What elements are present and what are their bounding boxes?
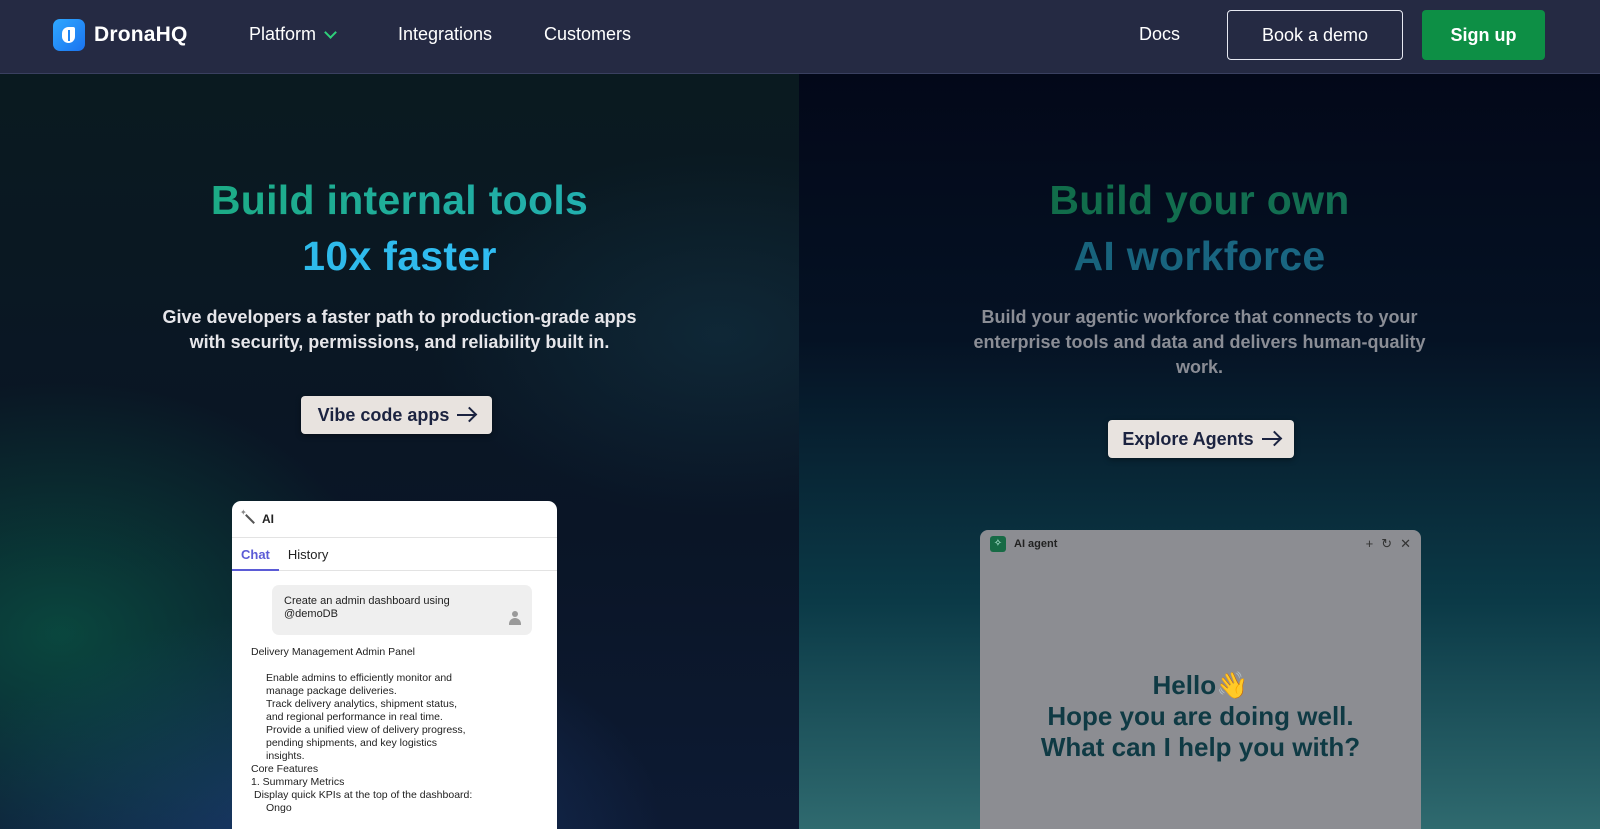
vibe-code-apps-button[interactable]: Vibe code apps	[301, 396, 492, 434]
nav-platform-menu[interactable]: Platform	[249, 24, 337, 45]
user-avatar-icon	[508, 611, 522, 625]
ai-response: Delivery Management Admin Panel Enable a…	[251, 646, 551, 815]
ai-workforce-subtitle: Build your agentic workforce that connec…	[799, 305, 1600, 380]
response-line: insights.	[266, 750, 305, 762]
ai-header-label: AI	[262, 512, 274, 526]
ai-agent-preview: ✧ AI agent + ↻ ✕ Hello👋 Hope you are doi…	[980, 530, 1421, 829]
response-line: pending shipments, and key logistics	[266, 737, 438, 749]
feature-item-desc: Display quick KPIs at the top of the das…	[254, 789, 473, 801]
prompt-line-2: @demoDB	[284, 608, 338, 620]
greeting-line-3: What can I help you with?	[1040, 732, 1361, 762]
response-line: manage package deliveries.	[266, 685, 397, 697]
agent-window-controls: + ↻ ✕	[1366, 536, 1411, 552]
chevron-down-icon	[324, 25, 337, 39]
tab-history[interactable]: History	[279, 538, 337, 571]
nav-platform-label: Platform	[249, 24, 317, 44]
title-line-1: Build your own	[799, 172, 1600, 228]
title-line-1: Build internal tools	[0, 172, 799, 228]
close-icon[interactable]: ✕	[1400, 536, 1411, 552]
signup-button[interactable]: Sign up	[1422, 10, 1545, 60]
internal-tools-panel: Build internal tools 10x faster Give dev…	[0, 74, 799, 829]
greeting-line-2: Hope you are doing well.	[1047, 701, 1354, 731]
feature-item-sub: Ongo	[266, 802, 292, 814]
internal-tools-title: Build internal tools 10x faster	[0, 172, 799, 284]
core-features-heading: Core Features	[251, 763, 319, 775]
user-prompt-bubble: Create an admin dashboard using @demoDB	[272, 585, 532, 635]
prompt-line-1: Create an admin dashboard using	[284, 595, 450, 607]
tab-chat[interactable]: Chat	[232, 538, 279, 571]
nav-docs-link[interactable]: Docs	[1139, 24, 1180, 45]
response-line: Enable admins to efficiently monitor and	[266, 672, 452, 684]
response-line: and regional performance in real time.	[266, 711, 443, 723]
ai-chat-header: AI	[232, 501, 557, 538]
arrow-right-icon	[1261, 438, 1280, 440]
top-navbar: DronaHQ Platform Integrations Customers …	[0, 0, 1600, 74]
title-line-2: 10x faster	[0, 228, 799, 284]
explore-agents-button[interactable]: Explore Agents	[1108, 420, 1294, 458]
subtitle-line-3: work.	[1175, 357, 1223, 377]
internal-tools-subtitle: Give developers a faster path to product…	[0, 305, 799, 355]
arrow-right-icon	[457, 414, 476, 416]
book-demo-button[interactable]: Book a demo	[1227, 10, 1403, 60]
greeting-hello: Hello👋	[1152, 670, 1249, 700]
subtitle-line-2: with security, permissions, and reliabil…	[189, 332, 610, 352]
response-line: Track delivery analytics, shipment statu…	[266, 698, 458, 710]
title-line-2: AI workforce	[799, 228, 1600, 284]
response-line: Provide a unified view of delivery progr…	[266, 724, 466, 736]
dronahq-logo-icon	[53, 19, 85, 51]
ai-chat-tabs: Chat History	[232, 538, 557, 571]
subtitle-line-2: enterprise tools and data and delivers h…	[973, 332, 1426, 352]
agent-greeting: Hello👋 Hope you are doing well. What can…	[980, 670, 1421, 763]
nav-customers-link[interactable]: Customers	[544, 24, 631, 45]
response-heading: Delivery Management Admin Panel	[251, 646, 416, 658]
agent-sparkle-icon: ✧	[990, 536, 1006, 552]
brand-logo[interactable]: DronaHQ	[53, 19, 188, 51]
magic-wand-icon	[240, 508, 256, 526]
agent-header-label: AI agent	[1014, 538, 1058, 550]
nav-integrations-link[interactable]: Integrations	[398, 24, 492, 45]
brand-name: DronaHQ	[94, 23, 188, 46]
vibe-code-apps-label: Vibe code apps	[317, 404, 450, 425]
subtitle-line-1: Give developers a faster path to product…	[162, 307, 637, 327]
plus-icon[interactable]: +	[1366, 536, 1374, 552]
explore-agents-label: Explore Agents	[1122, 428, 1254, 449]
ai-chat-preview: AI Chat History Create an admin dashboar…	[232, 501, 557, 829]
refresh-icon[interactable]: ↻	[1381, 536, 1392, 552]
subtitle-line-1: Build your agentic workforce that connec…	[981, 307, 1418, 327]
ai-agent-header: ✧ AI agent	[980, 530, 1421, 558]
ai-workforce-title: Build your own AI workforce	[799, 172, 1600, 284]
feature-item: 1. Summary Metrics	[251, 776, 345, 788]
